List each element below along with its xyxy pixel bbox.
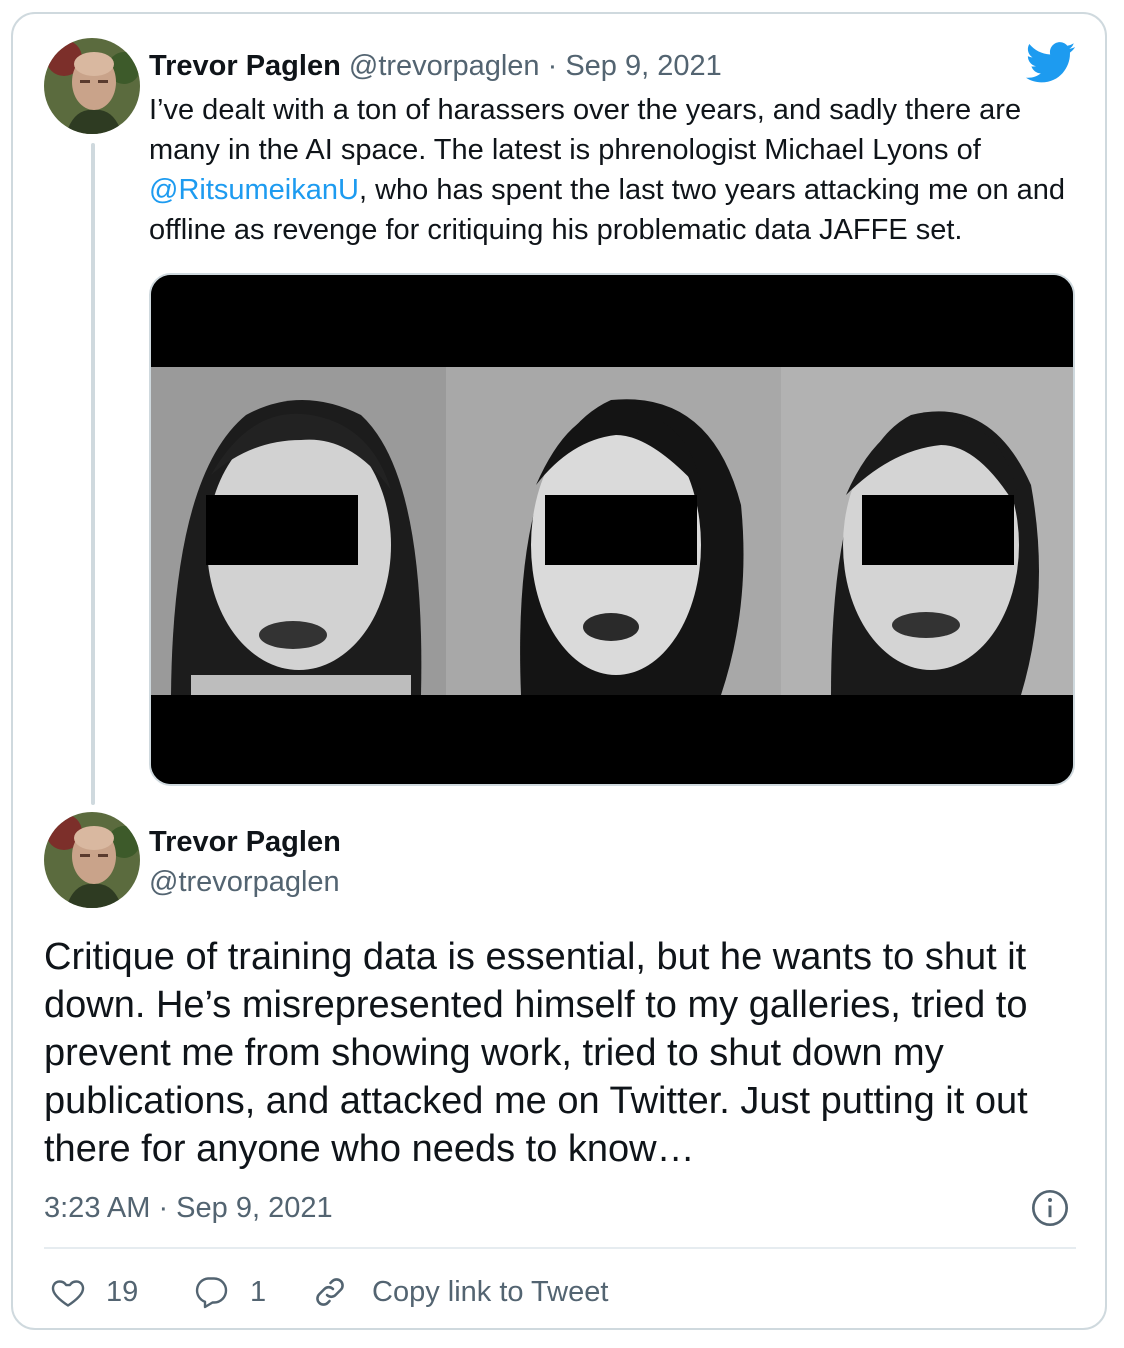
reply-button[interactable]: 1 [192,1270,266,1314]
header-separator: · [547,50,558,82]
tweet-timestamp[interactable]: 3:23 AM · Sep 9, 2021 [44,1188,333,1228]
tweet-media-image[interactable] [149,273,1075,786]
like-button[interactable]: 19 [50,1270,138,1314]
heart-icon [51,1280,85,1307]
link-icon [316,1278,344,1306]
quoted-text-part-1: I’ve dealt with a ton of harassers over … [149,94,1022,166]
quoted-tweet-text: I’ve dealt with a ton of harassers over … [149,90,1079,250]
divider [44,1247,1076,1249]
like-count: 19 [106,1275,139,1308]
main-author-name[interactable]: Trevor Paglen [149,822,341,862]
censor-bar [545,495,697,565]
portrait-photo-strip [151,275,1073,784]
quoted-tweet-header: Trevor Paglen @trevorpaglen · Sep 9, 202… [149,46,722,86]
quoted-tweet-date[interactable]: Sep 9, 2021 [565,50,721,82]
quoted-author-name[interactable]: Trevor Paglen [149,50,341,82]
censor-bar [862,495,1014,565]
reply-count: 1 [250,1275,267,1308]
thread-connector-line [91,143,95,805]
main-author-avatar[interactable] [44,812,140,908]
copy-link-label: Copy link to Tweet [372,1275,609,1308]
main-author-handle[interactable]: @trevorpaglen [149,862,340,902]
mention-link[interactable]: @RitsumeikanU [149,174,359,206]
info-icon[interactable] [1030,1188,1070,1228]
censor-bar [206,495,358,565]
reply-bubble-icon [195,1277,228,1309]
twitter-bird-icon[interactable] [1026,42,1076,84]
copy-link-button[interactable]: Copy link to Tweet [312,1270,608,1314]
quoted-author-handle[interactable]: @trevorpaglen [349,50,540,82]
quoted-author-avatar[interactable] [44,38,140,134]
main-tweet-text: Critique of training data is essential, … [44,936,1028,1170]
